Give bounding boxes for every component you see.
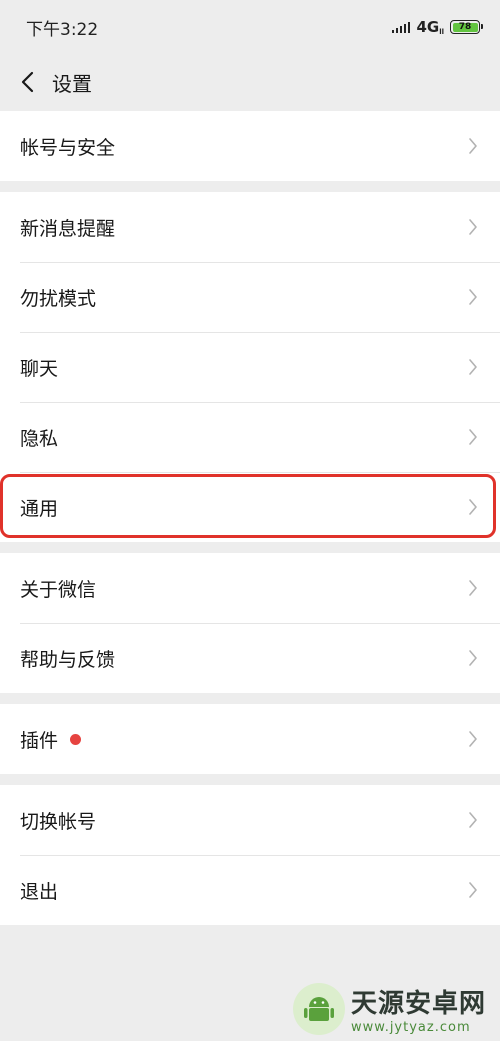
settings-item-label: 插件 (20, 729, 59, 752)
settings-item-label: 帮助与反馈 (20, 648, 116, 671)
status-time: 下午3:22 (26, 19, 99, 40)
network-indicator: 4Gll (416, 18, 444, 36)
android-logo-icon (292, 983, 345, 1035)
settings-group-about: 关于微信 帮助与反馈 (0, 553, 500, 693)
settings-item-label: 聊天 (20, 357, 59, 380)
back-arrow-icon[interactable] (14, 69, 40, 95)
settings-item-privacy[interactable]: 隐私 (0, 402, 500, 472)
settings-group-plugins: 插件 (0, 704, 500, 774)
status-indicators: 4Gll 78 (391, 18, 483, 36)
chevron-right-icon (466, 497, 480, 517)
settings-item-label: 新消息提醒 (20, 217, 116, 240)
settings-item-general[interactable]: 通用 (0, 472, 500, 542)
chevron-right-icon (466, 136, 480, 156)
settings-item-switch-account[interactable]: 切换帐号 (0, 785, 500, 855)
page-title: 设置 (52, 71, 92, 96)
settings-group-general: 新消息提醒 勿扰模式 聊天 隐私 通用 (0, 192, 500, 542)
watermark-title: 天源安卓网 (350, 989, 486, 1019)
status-bar: 下午3:22 4Gll 78 (0, 0, 500, 54)
watermark-url: www.jytyaz.com (350, 1020, 471, 1035)
battery-icon: 78 (450, 20, 483, 34)
chevron-right-icon (466, 217, 480, 237)
settings-item-plugins[interactable]: 插件 (0, 704, 500, 774)
settings-item-label: 帐号与安全 (20, 136, 116, 159)
notification-dot (70, 733, 82, 745)
settings-item-chat[interactable]: 聊天 (0, 332, 500, 402)
settings-item-notifications[interactable]: 新消息提醒 (0, 192, 500, 262)
settings-item-about-wechat[interactable]: 关于微信 (0, 553, 500, 623)
settings-item-log-out[interactable]: 退出 (0, 855, 500, 925)
chevron-right-icon (466, 729, 480, 749)
chevron-right-icon (466, 648, 480, 668)
settings-item-account-security[interactable]: 帐号与安全 (0, 111, 500, 181)
watermark: 天源安卓网 www.jytyaz.com (292, 983, 486, 1035)
settings-item-do-not-disturb[interactable]: 勿扰模式 (0, 262, 500, 332)
chevron-right-icon (466, 287, 480, 307)
settings-item-label: 隐私 (20, 427, 59, 450)
nav-bar: 设置 (0, 54, 500, 110)
chevron-right-icon (466, 578, 480, 598)
signal-icon (391, 21, 411, 33)
chevron-right-icon (466, 427, 480, 447)
battery-level: 78 (452, 22, 478, 32)
settings-group-account: 帐号与安全 (0, 111, 500, 181)
chevron-right-icon (466, 357, 480, 377)
chevron-right-icon (466, 880, 480, 900)
settings-item-label: 关于微信 (20, 578, 97, 601)
settings-group-session: 切换帐号 退出 (0, 785, 500, 925)
settings-item-help-feedback[interactable]: 帮助与反馈 (0, 623, 500, 693)
settings-item-label: 勿扰模式 (20, 287, 97, 310)
settings-item-label: 退出 (20, 880, 59, 903)
chevron-right-icon (466, 810, 480, 830)
settings-item-label: 通用 (20, 497, 59, 520)
settings-item-label: 切换帐号 (20, 810, 97, 833)
